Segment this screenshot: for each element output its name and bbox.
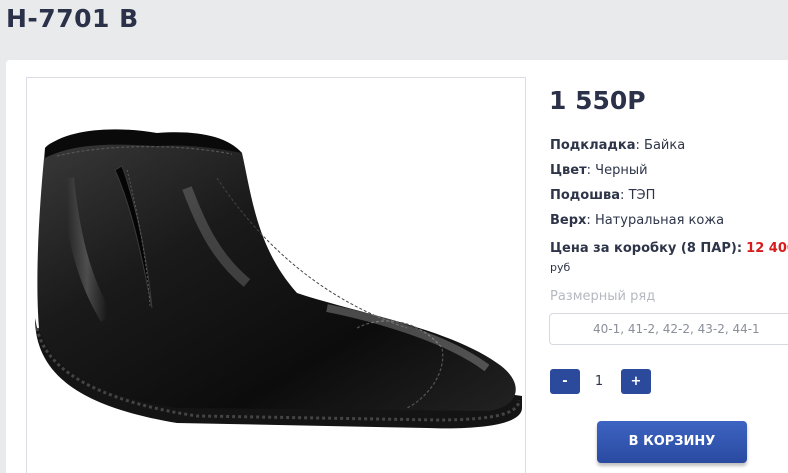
boot-image xyxy=(35,129,522,429)
spec-lining: Подкладка: Байка xyxy=(550,138,686,153)
quantity-decrease-button[interactable]: - xyxy=(550,369,580,394)
size-range-select[interactable]: 40-1, 41-2, 42-2, 43-2, 44-1 xyxy=(549,313,788,345)
spec-value: Байка xyxy=(644,138,686,153)
quantity-input[interactable]: 1 xyxy=(582,369,616,394)
spec-value: ТЭП xyxy=(628,188,656,203)
spec-label: Подкладка xyxy=(550,138,636,153)
spec-label: Верх xyxy=(550,213,587,228)
spec-sole: Подошва: ТЭП xyxy=(550,188,656,203)
spec-color: Цвет: Черный xyxy=(550,163,648,178)
spec-label: Цвет xyxy=(550,163,587,178)
product-specs: Подкладка: Байка Цвет: Черный Подошва: Т… xyxy=(550,137,780,237)
spec-value: Черный xyxy=(595,163,648,178)
add-to-cart-button[interactable]: В КОРЗИНУ xyxy=(597,421,747,463)
quantity-increase-button[interactable]: + xyxy=(621,369,651,394)
box-price: Цена за коробку (8 ПАР): 12 400 xyxy=(550,241,788,256)
size-range-label: Размерный ряд xyxy=(550,289,656,304)
page-title: Н-7701 В xyxy=(6,4,139,33)
spec-label: Подошва xyxy=(550,188,621,203)
spec-upper: Верх: Натуральная кожа xyxy=(550,213,725,228)
product-image[interactable] xyxy=(26,77,526,473)
box-price-currency: руб xyxy=(550,261,571,274)
box-price-value: 12 400 xyxy=(746,241,788,256)
spec-value: Натуральная кожа xyxy=(594,213,725,228)
product-price: 1 550Р xyxy=(549,86,646,115)
box-price-label: Цена за коробку (8 ПАР): xyxy=(550,241,743,256)
